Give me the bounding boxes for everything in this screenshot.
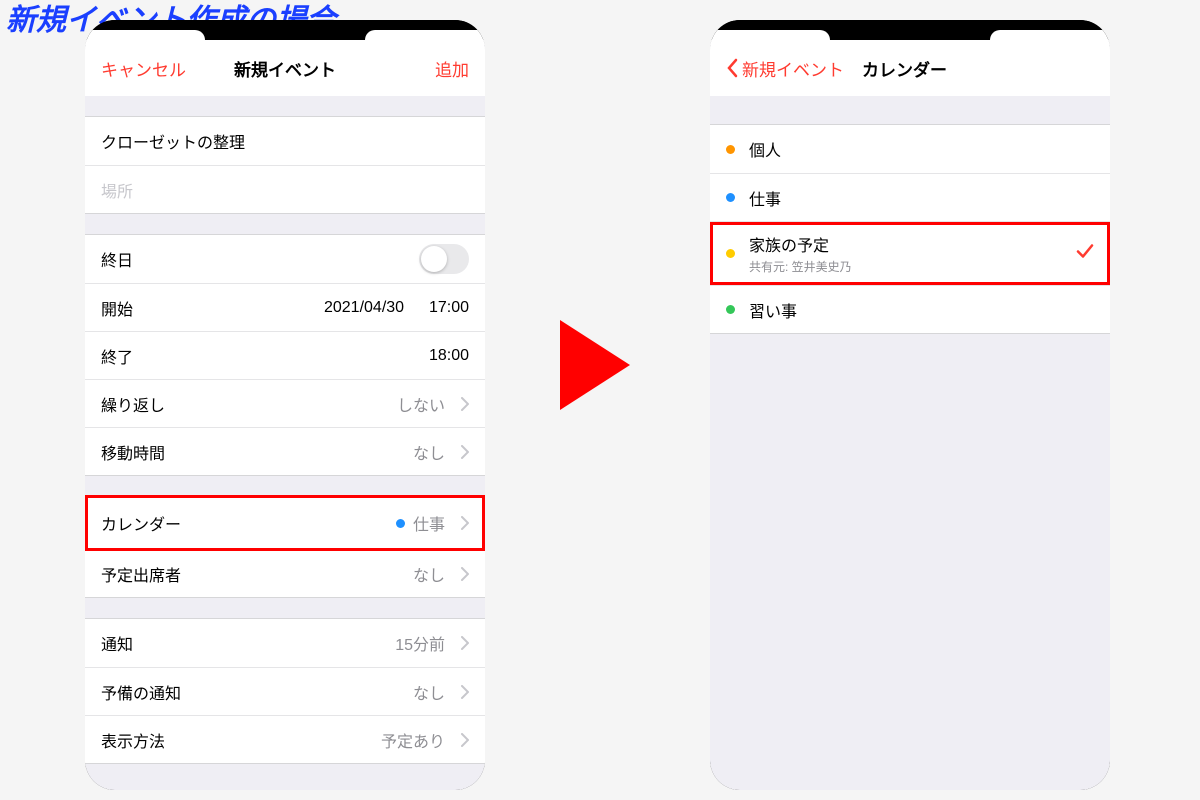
time-group: 終日 開始 2021/04/30 17:00 終了 18:00 繰り返し しない: [85, 234, 485, 476]
alert-row[interactable]: 通知 15分前: [85, 619, 485, 667]
nav-title: カレンダー: [862, 56, 947, 81]
alert-group: 通知 15分前 予備の通知 なし 表示方法 予定あり: [85, 618, 485, 764]
chevron-right-icon: [461, 685, 469, 699]
alert-label: 通知: [101, 631, 133, 655]
calendar-dot-icon: [726, 193, 735, 202]
calendar-subtitle: 共有元: 笠井美史乃: [749, 258, 852, 275]
calendar-dot-icon: [726, 249, 735, 258]
travel-label: 移動時間: [101, 440, 165, 464]
calendar-option[interactable]: 仕事: [710, 173, 1110, 221]
arrow-right-icon: [560, 320, 630, 410]
calendar-option[interactable]: 習い事: [710, 285, 1110, 333]
back-button[interactable]: 新規イベント: [726, 56, 844, 81]
repeat-label: 繰り返し: [101, 392, 165, 416]
start-row[interactable]: 開始 2021/04/30 17:00: [85, 283, 485, 331]
calendar-name: 仕事: [749, 186, 781, 210]
navbar: 新規イベント カレンダー: [710, 40, 1110, 96]
add-button[interactable]: 追加: [435, 56, 469, 81]
calendar-name: 家族の予定: [749, 232, 852, 256]
calendar-row[interactable]: カレンダー 仕事: [85, 497, 485, 549]
calendar-label: カレンダー: [101, 511, 181, 535]
invitees-value: なし: [413, 562, 469, 586]
chevron-right-icon: [461, 445, 469, 459]
event-title-field[interactable]: クローゼットの整理: [85, 117, 485, 165]
invitees-label: 予定出席者: [101, 562, 181, 586]
repeat-row[interactable]: 繰り返し しない: [85, 379, 485, 427]
calendar-texts: 習い事: [749, 298, 797, 322]
phone-right: 新規イベント カレンダー 個人仕事家族の予定共有元: 笠井美史乃習い事: [710, 20, 1110, 790]
end-value: 18:00: [429, 347, 469, 365]
cancel-button[interactable]: キャンセル: [101, 56, 186, 81]
showas-value: 予定あり: [381, 728, 469, 752]
alert2-value: なし: [413, 680, 469, 704]
chevron-left-icon: [726, 58, 738, 78]
calendar-name: 個人: [749, 137, 781, 161]
chevron-right-icon: [461, 516, 469, 530]
location-placeholder: 場所: [101, 178, 133, 202]
calendar-texts: 家族の予定共有元: 笠井美史乃: [749, 232, 852, 275]
calendar-dot-icon: [726, 305, 735, 314]
chevron-right-icon: [461, 733, 469, 747]
calendar-option[interactable]: 個人: [710, 125, 1110, 173]
screen-left: キャンセル 新規イベント 追加 クローゼットの整理 場所 終日 開始 2021/…: [85, 40, 485, 790]
calendar-texts: 仕事: [749, 186, 781, 210]
navbar: キャンセル 新規イベント 追加: [85, 40, 485, 96]
start-label: 開始: [101, 296, 133, 320]
calendar-option[interactable]: 家族の予定共有元: 笠井美史乃: [710, 221, 1110, 285]
showas-label: 表示方法: [101, 728, 165, 752]
calendar-group: カレンダー 仕事 予定出席者 なし: [85, 496, 485, 598]
event-title-text: クローゼットの整理: [101, 129, 245, 153]
checkmark-icon: [1076, 243, 1094, 264]
chevron-right-icon: [461, 397, 469, 411]
chevron-right-icon: [461, 567, 469, 581]
calendar-value: 仕事: [396, 511, 469, 535]
calendar-list: 個人仕事家族の予定共有元: 笠井美史乃習い事: [710, 124, 1110, 334]
travel-value: なし: [413, 440, 469, 464]
allday-toggle[interactable]: [419, 244, 469, 274]
invitees-row[interactable]: 予定出席者 なし: [85, 549, 485, 597]
location-field[interactable]: 場所: [85, 165, 485, 213]
title-group: クローゼットの整理 場所: [85, 116, 485, 214]
calendar-texts: 個人: [749, 137, 781, 161]
allday-label: 終日: [101, 247, 133, 271]
end-label: 終了: [101, 344, 133, 368]
calendar-name: 習い事: [749, 298, 797, 322]
alert2-row[interactable]: 予備の通知 なし: [85, 667, 485, 715]
allday-row[interactable]: 終日: [85, 235, 485, 283]
alert2-label: 予備の通知: [101, 680, 181, 704]
travel-row[interactable]: 移動時間 なし: [85, 427, 485, 475]
screen-right: 新規イベント カレンダー 個人仕事家族の予定共有元: 笠井美史乃習い事: [710, 40, 1110, 790]
calendar-dot-icon: [396, 519, 405, 528]
start-value: 2021/04/30 17:00: [324, 299, 469, 317]
phone-left: キャンセル 新規イベント 追加 クローゼットの整理 場所 終日 開始 2021/…: [85, 20, 485, 790]
showas-row[interactable]: 表示方法 予定あり: [85, 715, 485, 763]
chevron-right-icon: [461, 636, 469, 650]
notch: [710, 20, 1110, 40]
notch: [85, 20, 485, 40]
alert-value: 15分前: [395, 631, 469, 655]
repeat-value: しない: [397, 392, 469, 416]
end-row[interactable]: 終了 18:00: [85, 331, 485, 379]
calendar-dot-icon: [726, 145, 735, 154]
